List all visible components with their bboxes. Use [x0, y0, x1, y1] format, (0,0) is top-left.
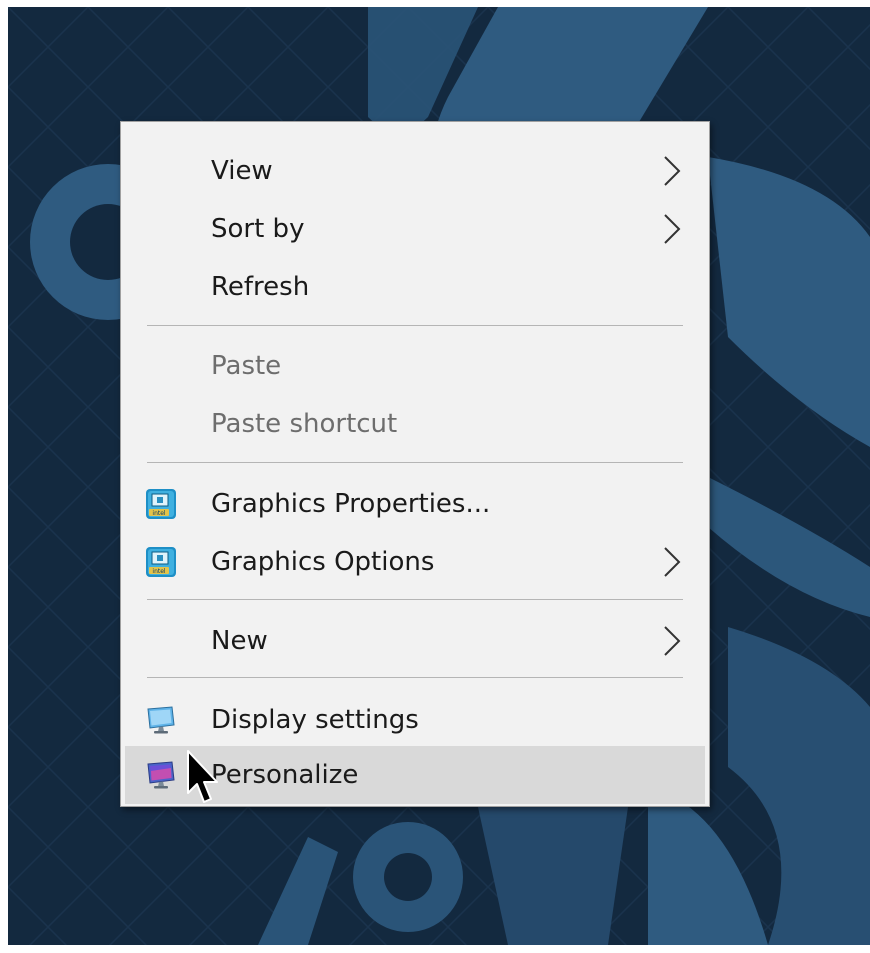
menu-item-graphics-options[interactable]: intel Graphics Options [125, 533, 705, 591]
personalize-icon [147, 761, 175, 789]
menu-separator [147, 677, 683, 678]
menu-item-label: Graphics Options [211, 547, 435, 577]
menu-item-label: Refresh [211, 272, 310, 302]
menu-item-paste-shortcut: Paste shortcut [125, 395, 705, 453]
menu-item-display-settings[interactable]: Display settings [125, 691, 705, 749]
desktop-background[interactable]: View Sort by Refresh Paste Paste shortcu… [8, 7, 870, 945]
menu-item-label: Graphics Properties... [211, 489, 491, 519]
menu-item-label: New [211, 626, 268, 656]
menu-item-label: Paste shortcut [211, 409, 398, 439]
chevron-right-icon [664, 214, 681, 244]
menu-item-label: Display settings [211, 705, 419, 735]
menu-item-graphics-properties[interactable]: intel Graphics Properties... [125, 475, 705, 533]
mouse-pointer-icon [187, 750, 218, 803]
menu-separator [147, 325, 683, 326]
menu-item-new[interactable]: New [125, 612, 705, 670]
chevron-right-icon [664, 156, 681, 186]
intel-graphics-icon: intel [146, 547, 176, 577]
menu-separator [147, 599, 683, 600]
menu-item-paste: Paste [125, 337, 705, 395]
intel-graphics-icon: intel [146, 489, 176, 519]
menu-item-label: Sort by [211, 214, 305, 244]
menu-item-view[interactable]: View [125, 142, 705, 200]
menu-item-label: Paste [211, 351, 282, 381]
display-settings-icon [147, 706, 175, 734]
menu-item-sort-by[interactable]: Sort by [125, 200, 705, 258]
svg-text:intel: intel [152, 568, 166, 575]
chevron-right-icon [664, 626, 681, 656]
menu-separator [147, 462, 683, 463]
menu-item-refresh[interactable]: Refresh [125, 258, 705, 316]
chevron-right-icon [664, 547, 681, 577]
svg-text:intel: intel [152, 510, 166, 517]
menu-item-label: Personalize [211, 760, 359, 790]
desktop-context-menu: View Sort by Refresh Paste Paste shortcu… [120, 121, 710, 807]
menu-item-label: View [211, 156, 273, 186]
